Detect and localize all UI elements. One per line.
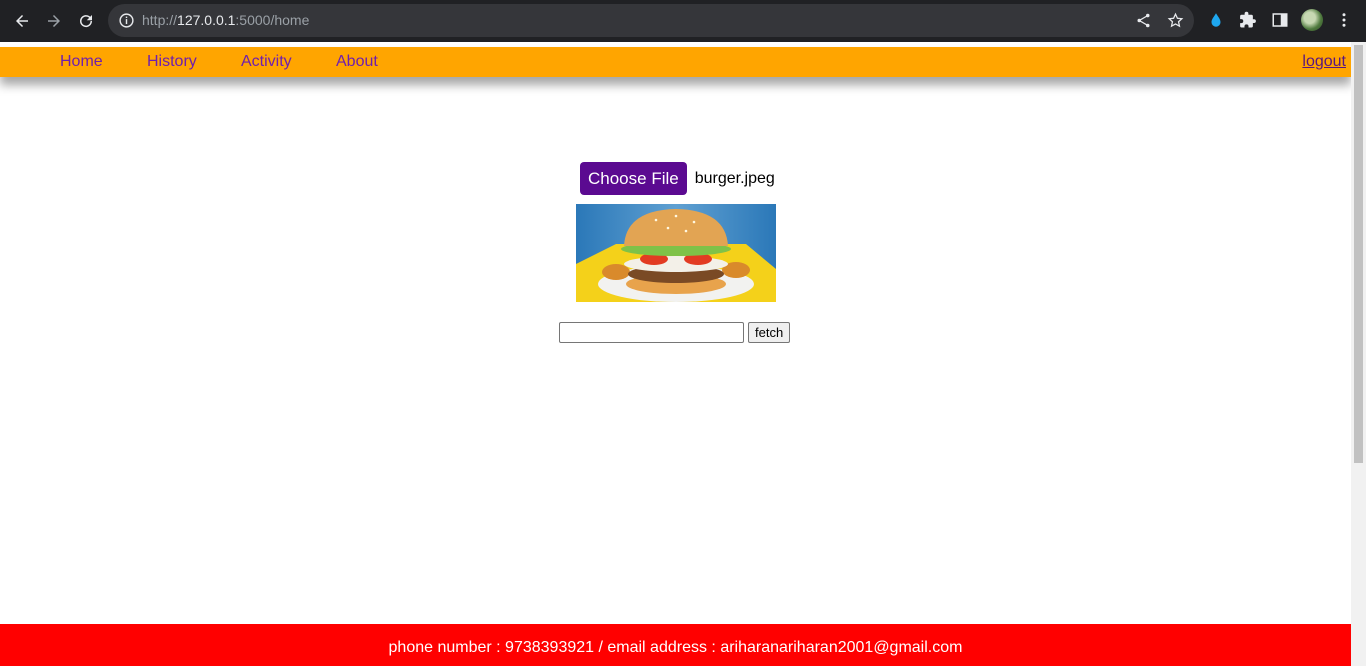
- nav-link-home[interactable]: Home: [60, 47, 103, 77]
- contact-footer: phone number : 9738393921 / email addres…: [0, 624, 1351, 666]
- side-panel-icon: [1272, 13, 1288, 27]
- back-arrow-icon: [16, 15, 28, 27]
- logout-link[interactable]: logout: [1302, 47, 1346, 77]
- nav-link-history[interactable]: History: [147, 47, 197, 77]
- water-drop-icon: [1211, 13, 1221, 27]
- page-viewport: Home History Activity About logout Choos…: [0, 42, 1366, 666]
- fetch-form: fetch: [559, 322, 791, 343]
- extensions-menu-button[interactable]: [1238, 10, 1258, 30]
- selected-file-name: burger.jpeg: [694, 169, 775, 187]
- top-navigation-bar: Home History Activity About logout: [0, 47, 1351, 77]
- browser-menu-button[interactable]: [1334, 10, 1354, 30]
- browser-toolbar: http://127.0.0.1:5000/home: [0, 0, 1366, 42]
- reload-button[interactable]: [74, 9, 98, 33]
- bookmark-star-icon[interactable]: [1167, 12, 1184, 29]
- fetch-button[interactable]: fetch: [748, 322, 791, 343]
- puzzle-piece-icon: [1240, 11, 1256, 28]
- back-button[interactable]: [10, 9, 34, 33]
- url-text: http://127.0.0.1:5000/home: [142, 12, 310, 28]
- extension-button[interactable]: [1206, 10, 1226, 30]
- burger-image: [576, 204, 776, 302]
- address-bar[interactable]: http://127.0.0.1:5000/home: [108, 4, 1194, 37]
- share-icon[interactable]: [1135, 12, 1152, 29]
- choose-file-button[interactable]: Choose File: [580, 162, 687, 195]
- uploaded-image-preview: [576, 204, 776, 302]
- vertical-scrollbar[interactable]: [1351, 42, 1366, 666]
- forward-arrow-icon: [48, 15, 60, 27]
- nav-link-about[interactable]: About: [336, 47, 378, 77]
- forward-button[interactable]: [42, 9, 66, 33]
- scrollbar-thumb[interactable]: [1354, 45, 1363, 463]
- nav-link-activity[interactable]: Activity: [241, 47, 292, 77]
- reload-icon: [80, 15, 93, 28]
- kebab-menu-icon: [1342, 13, 1346, 27]
- fetch-input[interactable]: [559, 322, 744, 343]
- profile-avatar[interactable]: [1301, 9, 1323, 31]
- file-upload: Choose File burger.jpeg: [580, 162, 775, 195]
- side-panel-button[interactable]: [1270, 10, 1290, 30]
- info-icon[interactable]: [118, 12, 135, 29]
